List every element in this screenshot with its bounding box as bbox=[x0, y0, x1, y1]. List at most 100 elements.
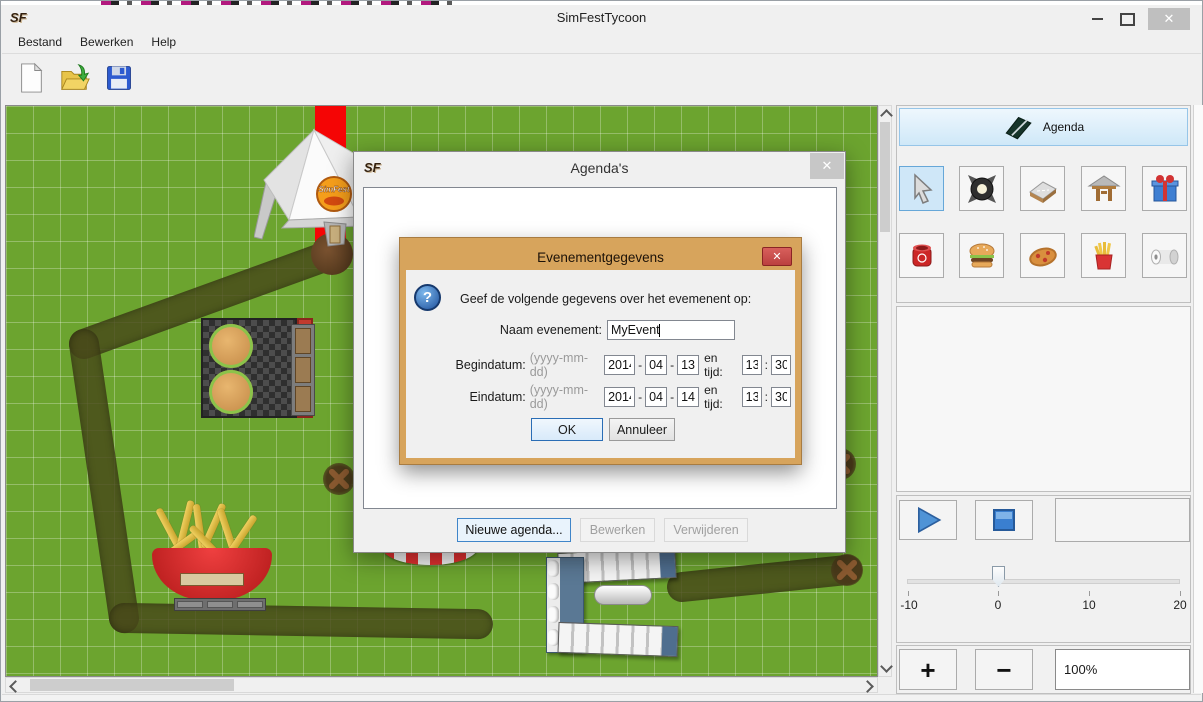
new-agenda-button[interactable]: Nieuwe agenda... bbox=[457, 518, 571, 542]
toilet-paper-icon bbox=[1147, 238, 1183, 274]
close-button[interactable]: ✕ bbox=[1148, 8, 1190, 30]
end-time-label: en tijd: bbox=[704, 383, 737, 411]
end-minute-input[interactable] bbox=[771, 387, 791, 407]
begin-year-input[interactable] bbox=[604, 355, 635, 375]
tool-trash-can[interactable] bbox=[899, 233, 944, 278]
menu-help[interactable]: Help bbox=[143, 32, 184, 52]
new-file-button[interactable] bbox=[14, 60, 48, 96]
tool-spotlight[interactable] bbox=[959, 166, 1004, 211]
scroll-left-icon[interactable] bbox=[9, 680, 22, 693]
fries-stand bbox=[152, 504, 272, 600]
open-folder-icon bbox=[59, 62, 91, 94]
delete-agenda-button[interactable]: Verwijderen bbox=[664, 518, 748, 542]
stage-icon bbox=[1086, 171, 1122, 207]
fries-icon bbox=[1086, 238, 1122, 274]
begin-month-input[interactable] bbox=[645, 355, 667, 375]
vertical-scroll-thumb[interactable] bbox=[880, 122, 890, 232]
play-icon bbox=[913, 505, 943, 535]
close-icon: ✕ bbox=[772, 250, 781, 263]
tool-cursor[interactable] bbox=[899, 166, 944, 211]
zoom-level-field[interactable]: 100% bbox=[1055, 649, 1190, 690]
fries-bowl bbox=[152, 548, 272, 600]
tool-hamburger[interactable] bbox=[959, 233, 1004, 278]
event-prompt: Geef de volgende gegevens over het eveme… bbox=[460, 292, 751, 306]
scroll-up-icon[interactable] bbox=[880, 109, 893, 122]
map-vertical-scrollbar[interactable] bbox=[878, 105, 892, 677]
help-icon: ? bbox=[414, 284, 441, 311]
sidebar-empty-panel bbox=[896, 306, 1191, 492]
edit-agenda-button[interactable]: Bewerken bbox=[580, 518, 655, 542]
tool-gift[interactable] bbox=[1142, 166, 1187, 211]
barrier-bottom bbox=[557, 622, 678, 657]
play-button[interactable] bbox=[899, 500, 957, 540]
begin-date-label: Begindatum: bbox=[406, 358, 526, 372]
tool-stage[interactable] bbox=[1081, 166, 1126, 211]
slider-label-minus10: -10 bbox=[900, 598, 917, 612]
agendas-dialog-title: Agenda's bbox=[354, 160, 845, 176]
ok-button[interactable]: OK bbox=[531, 418, 603, 441]
menu-bestand[interactable]: Bestand bbox=[10, 32, 70, 52]
end-year-input[interactable] bbox=[604, 387, 635, 407]
zoom-in-button[interactable]: + bbox=[899, 649, 957, 690]
event-name-input[interactable] bbox=[607, 320, 735, 340]
event-dialog-close-button[interactable]: ✕ bbox=[762, 247, 792, 266]
tool-fries[interactable] bbox=[1081, 233, 1126, 278]
close-icon: ✕ bbox=[1164, 11, 1175, 27]
sidebar-playback-section: -10 0 10 20 bbox=[896, 495, 1191, 643]
sidebar-zoom-section: + − 100% bbox=[896, 645, 1191, 694]
maximize-icon bbox=[1120, 13, 1135, 26]
stop-button[interactable] bbox=[975, 500, 1033, 540]
map-x-marker-2 bbox=[831, 554, 863, 586]
begin-day-input[interactable] bbox=[677, 355, 699, 375]
agenda-button[interactable]: Agenda bbox=[899, 108, 1188, 146]
tool-path-tile[interactable] bbox=[1020, 166, 1065, 211]
picnic-bench-vertical bbox=[291, 324, 315, 416]
minus-icon: − bbox=[996, 657, 1011, 683]
horizontal-scroll-thumb[interactable] bbox=[30, 679, 234, 691]
app-window: SF SimFestTycoon ✕ Bestand Bewerken Help bbox=[0, 0, 1203, 702]
end-day-input[interactable] bbox=[677, 387, 699, 407]
window-title: SimFestTycoon bbox=[2, 10, 1201, 25]
open-file-button[interactable] bbox=[58, 60, 92, 96]
scroll-right-icon[interactable] bbox=[861, 680, 874, 693]
sidebar-tools-section: Agenda bbox=[896, 105, 1191, 303]
end-date-label: Eindatum: bbox=[406, 390, 526, 404]
tool-pizza[interactable] bbox=[1020, 233, 1065, 278]
map-path-vertical bbox=[67, 327, 141, 635]
menubar: Bestand Bewerken Help bbox=[2, 30, 1201, 54]
cancel-button[interactable]: Annuleer bbox=[609, 418, 675, 441]
speed-slider-track[interactable] bbox=[907, 579, 1180, 584]
right-edge-strip bbox=[1193, 105, 1203, 693]
zoom-level-value: 100% bbox=[1064, 662, 1097, 677]
hamburger-icon bbox=[964, 238, 1000, 274]
event-dialog-titlebar: Evenementgegevens bbox=[406, 244, 795, 270]
spotlight-icon bbox=[964, 171, 1000, 207]
burger-prop-2 bbox=[209, 370, 253, 414]
tool-toilet-paper[interactable] bbox=[1142, 233, 1187, 278]
save-icon bbox=[104, 63, 134, 93]
minimize-button[interactable] bbox=[1085, 8, 1109, 30]
event-dialog-title: Evenementgegevens bbox=[406, 250, 795, 265]
status-bar bbox=[2, 694, 1201, 700]
agendas-dialog-close-button[interactable]: ✕ bbox=[810, 153, 844, 179]
slider-label-0: 0 bbox=[995, 598, 1002, 612]
end-hour-input[interactable] bbox=[742, 387, 762, 407]
scroll-down-icon[interactable] bbox=[880, 660, 893, 673]
begin-hour-input[interactable] bbox=[742, 355, 762, 375]
menu-bewerken[interactable]: Bewerken bbox=[72, 32, 141, 52]
slider-label-10: 10 bbox=[1082, 598, 1095, 612]
path-tile-icon bbox=[1025, 171, 1061, 207]
new-document-icon bbox=[16, 62, 46, 94]
map-horizontal-scrollbar[interactable] bbox=[5, 677, 878, 693]
stop-icon bbox=[991, 507, 1017, 533]
burger-prop-1 bbox=[209, 324, 253, 368]
titlebar: SF SimFestTycoon ✕ bbox=[2, 5, 1201, 30]
save-file-button[interactable] bbox=[102, 60, 136, 96]
close-icon: ✕ bbox=[822, 158, 833, 174]
maximize-button[interactable] bbox=[1115, 8, 1139, 30]
text-caret bbox=[659, 324, 660, 337]
zoom-out-button[interactable]: − bbox=[975, 649, 1033, 690]
begin-minute-input[interactable] bbox=[771, 355, 791, 375]
trash-can-icon bbox=[904, 238, 940, 274]
end-month-input[interactable] bbox=[645, 387, 667, 407]
